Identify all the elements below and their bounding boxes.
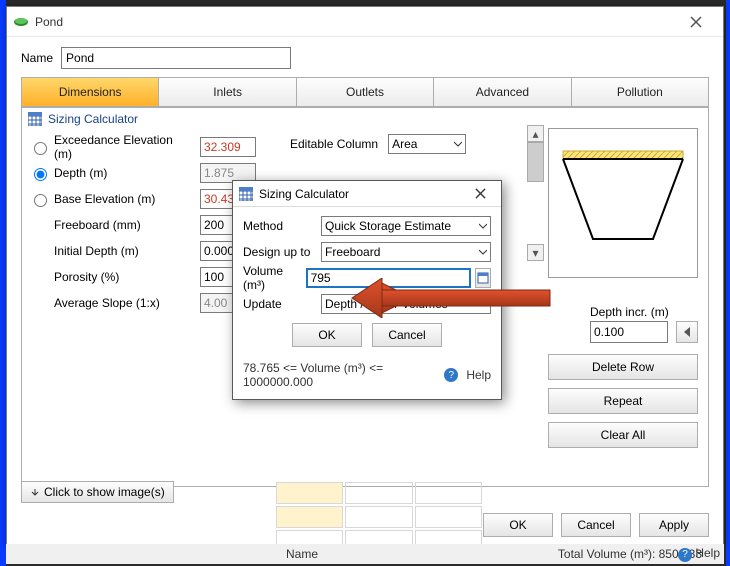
status-name-label: Name bbox=[286, 547, 318, 561]
close-icon bbox=[475, 188, 486, 199]
dialog-help-label[interactable]: Help bbox=[466, 368, 491, 382]
editable-column-label: Editable Column bbox=[290, 137, 378, 151]
scroll-up[interactable]: ▴ bbox=[527, 125, 544, 142]
titlebar: Pond bbox=[7, 7, 723, 37]
editable-column-value: Area bbox=[392, 137, 417, 151]
chevron-down-icon bbox=[479, 248, 487, 256]
app-icon bbox=[13, 14, 29, 30]
radio-depth[interactable] bbox=[34, 168, 47, 181]
dialog-title: Sizing Calculator bbox=[259, 187, 349, 201]
tab-pollution[interactable]: Pollution bbox=[572, 78, 708, 106]
grid-icon bbox=[239, 187, 253, 201]
name-label: Name bbox=[21, 51, 53, 65]
label-initial-depth: Initial Depth (m) bbox=[54, 244, 194, 258]
update-label: Update bbox=[243, 297, 321, 311]
dialog-cancel-button[interactable]: Cancel bbox=[372, 323, 442, 347]
apply-button[interactable]: Apply bbox=[639, 513, 709, 537]
depth-incr-prev-button[interactable] bbox=[676, 321, 698, 343]
repeat-label: Repeat bbox=[604, 394, 643, 408]
grid-icon bbox=[28, 112, 42, 126]
method-combo[interactable]: Quick Storage Estimate bbox=[321, 216, 491, 236]
apply-label: Apply bbox=[659, 518, 689, 532]
label-avg-slope: Average Slope (1:x) bbox=[54, 296, 194, 310]
panel-title: Sizing Calculator bbox=[48, 112, 138, 126]
ok-button[interactable]: OK bbox=[483, 513, 553, 537]
status-help-label: Help bbox=[695, 546, 720, 560]
label-freeboard: Freeboard (mm) bbox=[54, 218, 194, 232]
radio-base[interactable] bbox=[34, 194, 47, 207]
clear-all-button[interactable]: Clear All bbox=[548, 422, 698, 448]
calculator-icon bbox=[477, 272, 489, 284]
tab-dimensions[interactable]: Dimensions bbox=[22, 78, 159, 106]
chevron-down-icon bbox=[454, 140, 462, 148]
status-help[interactable]: ? Help bbox=[678, 546, 720, 562]
dialog-cancel-label: Cancel bbox=[388, 328, 425, 342]
radio-exceedance[interactable] bbox=[34, 142, 47, 155]
tab-outlets[interactable]: Outlets bbox=[297, 78, 434, 106]
method-label: Method bbox=[243, 219, 321, 233]
pond-preview bbox=[548, 128, 698, 278]
depth-area-table[interactable] bbox=[274, 480, 484, 554]
volume-range-text: 78.765 <= Volume (m³) <= 1000000.000 bbox=[243, 361, 436, 389]
delete-row-label: Delete Row bbox=[592, 360, 654, 374]
method-value: Quick Storage Estimate bbox=[325, 219, 451, 233]
name-input[interactable] bbox=[61, 47, 291, 69]
label-porosity: Porosity (%) bbox=[54, 270, 194, 284]
dialog-close-button[interactable] bbox=[465, 183, 495, 205]
repeat-button[interactable]: Repeat bbox=[548, 388, 698, 414]
label-exceedance: Exceedance Elevation (m) bbox=[54, 133, 194, 161]
cancel-button[interactable]: Cancel bbox=[561, 513, 631, 537]
sizing-calculator-dialog: Sizing Calculator Method Quick Storage E… bbox=[232, 180, 502, 400]
cancel-label: Cancel bbox=[577, 518, 614, 532]
volume-input[interactable] bbox=[306, 268, 471, 288]
close-button[interactable] bbox=[675, 8, 717, 36]
expand-down-icon bbox=[30, 487, 40, 497]
label-base: Base Elevation (m) bbox=[54, 192, 194, 206]
dialog-ok-label: OK bbox=[318, 328, 335, 342]
scroll-down[interactable]: ▾ bbox=[527, 244, 544, 261]
delete-row-button[interactable]: Delete Row bbox=[548, 354, 698, 380]
help-icon: ? bbox=[678, 548, 692, 562]
chevron-down-icon bbox=[479, 222, 487, 230]
update-value: Depth / Area / Volumes bbox=[325, 297, 448, 311]
tab-inlets[interactable]: Inlets bbox=[159, 78, 296, 106]
design-up-to-label: Design up to bbox=[243, 245, 321, 259]
show-images-label: Click to show image(s) bbox=[44, 485, 165, 499]
status-bar: Name Total Volume (m³): 850.833 ? Help bbox=[6, 544, 724, 564]
tab-advanced[interactable]: Advanced bbox=[434, 78, 571, 106]
chevron-down-icon bbox=[479, 300, 487, 308]
show-images-button[interactable]: Click to show image(s) bbox=[21, 481, 174, 503]
scroll-thumb[interactable] bbox=[527, 142, 544, 182]
close-icon bbox=[690, 16, 702, 28]
window-title: Pond bbox=[35, 15, 675, 29]
dialog-ok-button[interactable]: OK bbox=[292, 323, 362, 347]
help-icon[interactable]: ? bbox=[444, 368, 458, 382]
volume-calc-button[interactable] bbox=[475, 268, 491, 288]
ok-label: OK bbox=[509, 518, 526, 532]
design-up-to-value: Freeboard bbox=[325, 245, 380, 259]
depth-incr-input[interactable] bbox=[590, 321, 668, 343]
volume-label: Volume (m³) bbox=[243, 264, 306, 292]
depth-incr-label: Depth incr. (m) bbox=[590, 305, 698, 319]
update-combo[interactable]: Depth / Area / Volumes bbox=[321, 294, 491, 314]
triangle-left-icon bbox=[682, 327, 692, 337]
label-depth: Depth (m) bbox=[54, 166, 194, 180]
clear-all-label: Clear All bbox=[601, 428, 646, 442]
form-area: Exceedance Elevation (m) Depth (m) Base … bbox=[30, 134, 256, 316]
tab-bar: Dimensions Inlets Outlets Advanced Pollu… bbox=[21, 77, 709, 107]
design-up-to-combo[interactable]: Freeboard bbox=[321, 242, 491, 262]
editable-column-combo[interactable]: Area bbox=[388, 134, 466, 154]
input-exceedance[interactable] bbox=[200, 137, 256, 157]
